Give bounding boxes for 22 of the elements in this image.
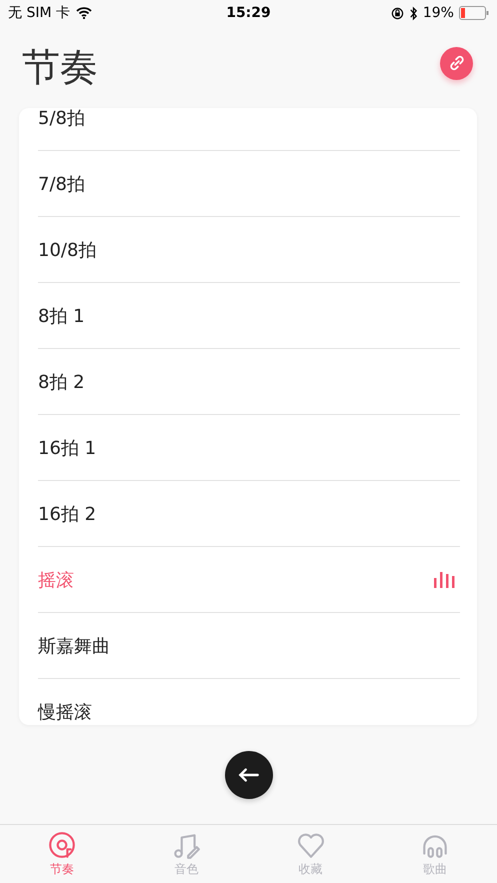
battery-text: 19% [422,5,454,21]
link-button[interactable] [440,46,473,80]
rotation-lock-icon [390,6,404,20]
carrier-text: 无 SIM 卡 [8,4,70,22]
rhythm-item[interactable]: 5/8拍 [38,108,460,151]
disc-icon [47,830,78,860]
link-icon [448,54,466,72]
rhythm-item[interactable]: 16拍 2 [38,481,460,547]
page-title: 节奏 [22,44,98,90]
bluetooth-icon [408,6,418,20]
battery-icon [458,6,489,20]
rhythm-item[interactable]: 10/8拍 [38,217,460,283]
rhythm-item[interactable]: 7/8拍 [38,151,460,217]
clock-text: 15:29 [226,5,271,21]
rhythm-item[interactable]: 慢摇滚 [38,679,460,725]
rhythm-item[interactable]: 8拍 1 [38,283,460,349]
back-button[interactable] [224,750,272,798]
playing-bars-icon [434,572,456,588]
wifi-icon [76,7,92,19]
rhythm-item[interactable]: 8拍 2 [38,349,460,415]
rhythm-item[interactable]: 16拍 1 [38,415,460,481]
rhythm-item[interactable]: 斯嘉舞曲 [38,613,460,679]
